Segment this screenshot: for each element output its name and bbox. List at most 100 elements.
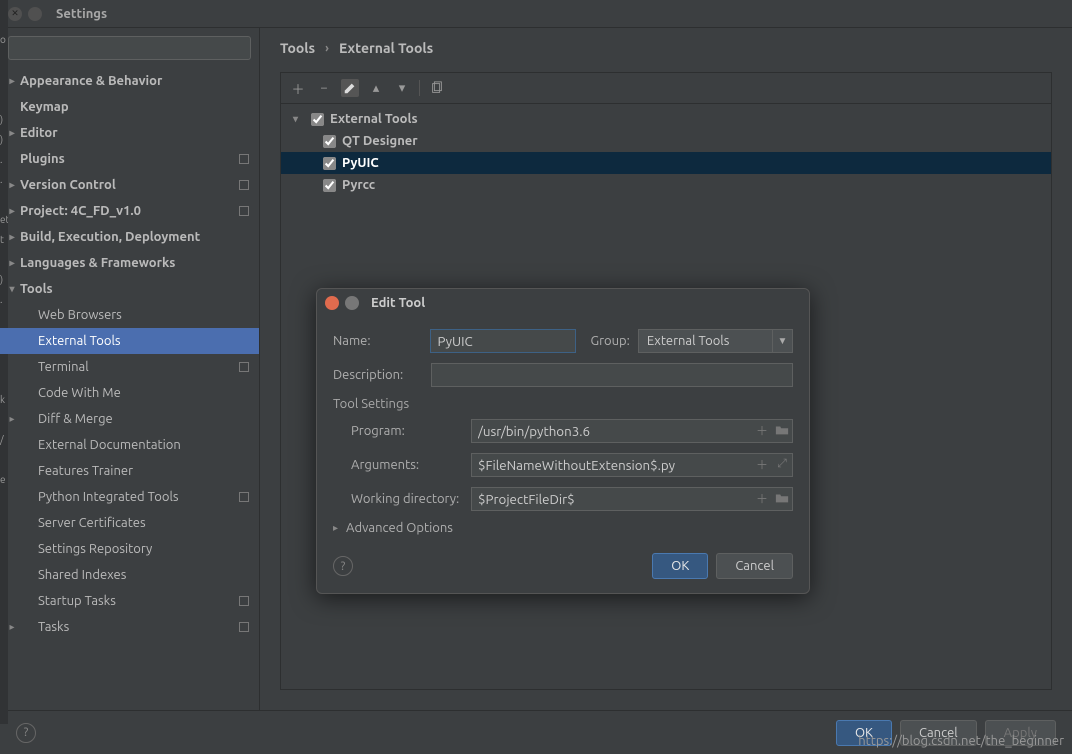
tree-item-checkbox[interactable] — [323, 157, 336, 170]
chevron-right-icon: ▸ — [333, 522, 338, 534]
tree-item-pyuic[interactable]: PyUIC — [281, 152, 1051, 174]
dialog-minimize-icon[interactable] — [345, 296, 359, 310]
sidebar-item-label: Server Certificates — [38, 516, 146, 530]
insert-macro-icon[interactable]: ＋ — [755, 423, 769, 437]
sidebar-item-label: Project: 4C_FD_v1.0 — [20, 204, 141, 218]
window-title: Settings — [56, 7, 107, 21]
dialog-ok-button[interactable]: OK — [652, 553, 708, 579]
advanced-options-toggle[interactable]: ▸ Advanced Options — [333, 521, 793, 535]
sidebar-item-version-control[interactable]: Version Control — [0, 172, 259, 198]
sidebar-item-features-trainer[interactable]: Features Trainer — [0, 458, 259, 484]
sidebar-item-label: Terminal — [38, 360, 89, 374]
tool-settings-section: Tool Settings — [333, 397, 793, 411]
sidebar-item-code-with-me[interactable]: Code With Me — [0, 380, 259, 406]
browse-folder-icon[interactable] — [775, 491, 789, 505]
dialog-titlebar: Edit Tool — [317, 289, 809, 317]
sidebar-item-settings-repository[interactable]: Settings Repository — [0, 536, 259, 562]
project-scope-icon — [239, 596, 249, 606]
sidebar-item-web-browsers[interactable]: Web Browsers — [0, 302, 259, 328]
sidebar-item-server-certificates[interactable]: Server Certificates — [0, 510, 259, 536]
tree-item-pyrcc[interactable]: Pyrcc — [289, 174, 1043, 196]
search-input[interactable] — [8, 36, 251, 60]
workdir-input[interactable] — [471, 487, 793, 511]
sidebar-item-tools[interactable]: Tools — [0, 276, 259, 302]
minimize-icon[interactable] — [28, 7, 42, 21]
sidebar-item-diff-merge[interactable]: Diff & Merge — [0, 406, 259, 432]
tools-tree: External Tools QT Designer PyUIC Pyrcc — [281, 104, 1051, 200]
chevron-right-icon — [6, 179, 18, 191]
insert-macro-icon[interactable]: ＋ — [755, 457, 769, 471]
tree-item-label: PyUIC — [342, 156, 379, 170]
help-button[interactable]: ? — [16, 723, 36, 743]
sidebar-item-label: Code With Me — [38, 386, 121, 400]
chevron-right-icon — [6, 205, 18, 217]
description-input[interactable] — [431, 363, 793, 387]
name-input[interactable] — [430, 329, 576, 353]
breadcrumb: Tools › External Tools — [260, 28, 1072, 68]
edit-tool-dialog: Edit Tool Name: Group: External Tools ▼ … — [316, 288, 810, 594]
arguments-label: Arguments: — [333, 458, 471, 472]
move-down-button[interactable]: ▾ — [393, 79, 411, 97]
sidebar-item-terminal[interactable]: Terminal — [0, 354, 259, 380]
sidebar-item-plugins[interactable]: Plugins — [0, 146, 259, 172]
dialog-cancel-button[interactable]: Cancel — [716, 553, 793, 579]
move-up-button[interactable]: ▴ — [367, 79, 385, 97]
tree-item-label: Pyrcc — [342, 178, 375, 192]
tree-item-qt-designer[interactable]: QT Designer — [289, 130, 1043, 152]
advanced-label: Advanced Options — [346, 521, 453, 535]
chevron-right-icon — [6, 257, 18, 269]
sidebar-item-label: Editor — [20, 126, 58, 140]
tree-group[interactable]: External Tools — [289, 108, 1043, 130]
tree-item-checkbox[interactable] — [323, 135, 336, 148]
copy-button[interactable] — [428, 79, 446, 97]
sidebar-item-languages-frameworks[interactable]: Languages & Frameworks — [0, 250, 259, 276]
group-label: Group: — [590, 334, 629, 348]
sidebar-item-shared-indexes[interactable]: Shared Indexes — [0, 562, 259, 588]
group-checkbox[interactable] — [311, 113, 324, 126]
dialog-close-icon[interactable] — [325, 296, 339, 310]
sidebar-item-label: Settings Repository — [38, 542, 152, 556]
sidebar-item-label: External Documentation — [38, 438, 181, 452]
chevron-right-icon — [6, 127, 18, 139]
edit-button[interactable] — [341, 79, 359, 97]
expand-icon[interactable]: ⤢ — [775, 457, 789, 471]
sidebar-item-label: Build, Execution, Deployment — [20, 230, 200, 244]
close-icon[interactable]: ✕ — [8, 7, 22, 21]
remove-button[interactable]: − — [315, 79, 333, 97]
arguments-input[interactable] — [471, 453, 793, 477]
program-input[interactable] — [471, 419, 793, 443]
project-scope-icon — [239, 492, 249, 502]
name-label: Name: — [333, 334, 422, 348]
toolbar-separator — [419, 80, 420, 96]
chevron-down-icon — [6, 283, 18, 295]
chevron-right-icon — [6, 231, 18, 243]
sidebar-item-label: Shared Indexes — [38, 568, 126, 582]
add-button[interactable]: ＋ — [289, 79, 307, 97]
browse-folder-icon[interactable] — [775, 423, 789, 437]
sidebar-item-label: Languages & Frameworks — [20, 256, 175, 270]
sidebar-item-tasks[interactable]: Tasks — [0, 614, 259, 640]
sidebar-item-project-4c-fd-v1-0[interactable]: Project: 4C_FD_v1.0 — [0, 198, 259, 224]
sidebar-item-keymap[interactable]: Keymap — [0, 94, 259, 120]
insert-macro-icon[interactable]: ＋ — [755, 491, 769, 505]
tree-item-checkbox[interactable] — [323, 179, 336, 192]
watermark: https://blog.csdn.net/the_beginner — [858, 734, 1064, 748]
project-scope-icon — [239, 154, 249, 164]
sidebar-item-external-documentation[interactable]: External Documentation — [0, 432, 259, 458]
panel-toolbar: ＋ − ▴ ▾ — [281, 73, 1051, 104]
sidebar-item-external-tools[interactable]: External Tools — [0, 328, 259, 354]
dialog-help-button[interactable]: ? — [333, 556, 353, 576]
sidebar-item-build-execution-deployment[interactable]: Build, Execution, Deployment — [0, 224, 259, 250]
sidebar-item-python-integrated-tools[interactable]: Python Integrated Tools — [0, 484, 259, 510]
sidebar-item-appearance-behavior[interactable]: Appearance & Behavior — [0, 68, 259, 94]
sidebar-item-startup-tasks[interactable]: Startup Tasks — [0, 588, 259, 614]
window-titlebar: ✕ Settings — [0, 0, 1072, 28]
group-combo[interactable]: External Tools ▼ — [638, 329, 793, 353]
chevron-down-icon: ▼ — [772, 330, 792, 352]
sidebar-item-editor[interactable]: Editor — [0, 120, 259, 146]
chevron-right-icon — [6, 413, 18, 425]
chevron-down-icon — [293, 113, 305, 125]
project-scope-icon — [239, 622, 249, 632]
dialog-title: Edit Tool — [371, 296, 425, 310]
chevron-right-icon: › — [325, 42, 329, 55]
